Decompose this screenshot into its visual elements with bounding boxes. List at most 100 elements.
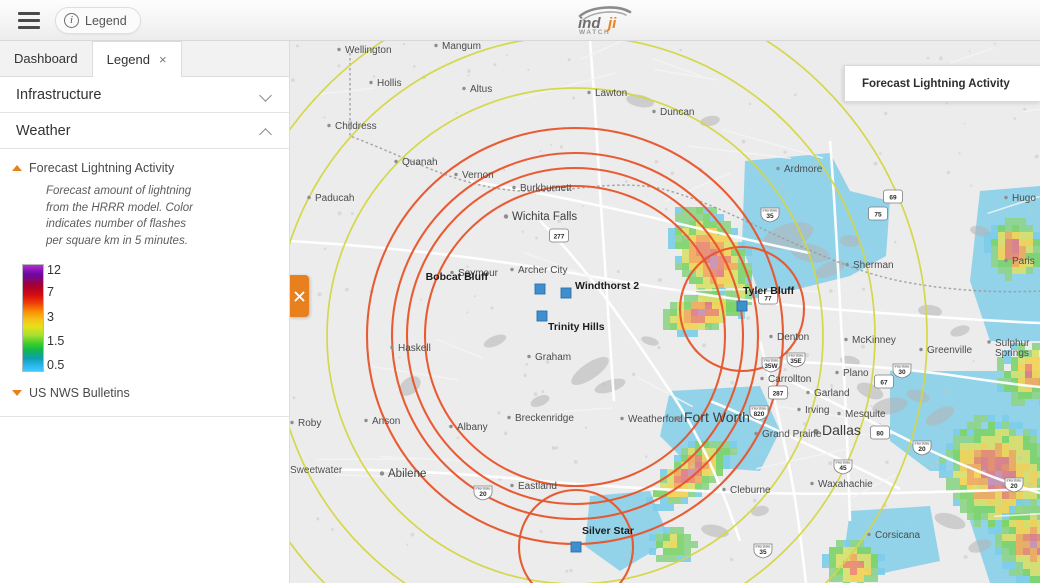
svg-text:20: 20 xyxy=(1010,483,1018,490)
city-label: Wichita Falls xyxy=(512,211,577,223)
city-label: Duncan xyxy=(660,107,694,118)
city-label: Plano xyxy=(843,368,869,379)
section-weather-label: Weather xyxy=(16,122,71,139)
color-scale-ticks: 12 7 3 1.5 0.5 xyxy=(47,264,91,372)
city-label: Waxahachie xyxy=(818,479,873,490)
site-label: Bobcat Bluff xyxy=(426,271,489,283)
highway-shield: Interstate35W xyxy=(761,357,781,373)
svg-text:35: 35 xyxy=(766,213,774,220)
city-label: Roby xyxy=(298,418,321,429)
tab-dashboard[interactable]: Dashboard xyxy=(0,41,92,76)
svg-text:Interstate: Interstate xyxy=(895,364,910,368)
color-scale-gradient xyxy=(22,263,44,372)
highway-shield: 75 xyxy=(868,206,888,221)
city-label: Wellington xyxy=(345,45,392,56)
highway-shield: 69 xyxy=(883,189,903,204)
highway-shield: 67 xyxy=(874,374,894,389)
close-icon[interactable]: × xyxy=(159,52,167,67)
city-label: Mangum xyxy=(442,41,481,52)
scale-tick: 0.5 xyxy=(47,357,65,372)
legend-sidebar: Dashboard Legend × Infrastructure Weathe… xyxy=(0,41,290,583)
triangle-up-icon xyxy=(12,165,22,171)
city-label: Grand Prairie xyxy=(762,429,822,440)
city-label: Dallas xyxy=(822,422,861,438)
city-label: Sherman xyxy=(853,260,894,271)
city-label: Quanah xyxy=(402,157,438,168)
scale-tick: 3 xyxy=(47,309,54,324)
city-label: Archer City xyxy=(518,265,567,276)
svg-text:287: 287 xyxy=(773,390,784,397)
sidebar-tabs: Dashboard Legend × xyxy=(0,41,289,77)
forecast-lightning-activity-panel[interactable]: Forecast Lightning Activity xyxy=(844,65,1040,102)
chevron-down-icon xyxy=(260,91,273,99)
svg-text:20: 20 xyxy=(918,446,926,453)
tab-legend-label: Legend xyxy=(106,51,150,67)
site-label: Tyler Bluff xyxy=(743,285,795,297)
hamburger-icon[interactable] xyxy=(18,12,40,29)
site-marker xyxy=(736,300,748,312)
layer-description: Forecast amount of lightning from the HR… xyxy=(46,185,193,248)
city-label: Greenville xyxy=(927,345,972,356)
site-marker xyxy=(570,541,582,553)
city-label: Corsicana xyxy=(875,530,920,541)
scale-tick: 7 xyxy=(47,284,54,299)
svg-text:Interstate: Interstate xyxy=(752,406,767,410)
forecast-lightning-activity-panel-title: Forecast Lightning Activity xyxy=(862,77,1010,90)
tab-dashboard-label: Dashboard xyxy=(14,50,78,66)
city-label: Springs xyxy=(995,348,1029,359)
legend-button[interactable]: i Legend xyxy=(55,7,141,34)
svg-text:35W: 35W xyxy=(764,363,778,370)
svg-text:Interstate: Interstate xyxy=(915,441,930,445)
panel-collapse-handle[interactable] xyxy=(290,275,309,317)
svg-text:30: 30 xyxy=(898,369,906,376)
layer-forecast-lightning-activity[interactable]: Forecast Lightning Activity xyxy=(0,149,289,175)
triangle-down-icon xyxy=(12,389,22,396)
city-label: Ardmore xyxy=(784,164,823,175)
svg-text:Interstate: Interstate xyxy=(789,353,804,357)
city-label: Anson xyxy=(372,416,400,427)
city-label: Hollis xyxy=(377,78,401,89)
svg-text:Interstate: Interstate xyxy=(1007,478,1022,482)
city-label: McKinney xyxy=(852,335,896,346)
city-label: Altus xyxy=(470,84,492,95)
site-label: Windthorst 2 xyxy=(575,280,639,292)
site-marker xyxy=(536,310,548,322)
city-label: Paris xyxy=(1012,256,1035,267)
app-root: i Legend ind ji WATCH Dashboard Legend × xyxy=(0,0,1040,583)
city-label: Weatherford xyxy=(628,414,683,425)
svg-text:69: 69 xyxy=(889,194,897,201)
section-infrastructure[interactable]: Infrastructure xyxy=(0,77,289,113)
svg-text:35: 35 xyxy=(759,549,767,556)
site-marker xyxy=(560,287,572,299)
svg-text:80: 80 xyxy=(876,430,884,437)
highway-shield: 287 xyxy=(768,385,788,400)
layer-us-nws-bulletins[interactable]: US NWS Bulletins xyxy=(0,372,289,400)
tab-legend[interactable]: Legend × xyxy=(91,41,182,77)
city-label: Eastland xyxy=(518,481,557,492)
city-label: Denton xyxy=(777,332,809,343)
info-icon: i xyxy=(64,13,79,28)
city-label: Paducah xyxy=(315,193,354,204)
city-label: Vernon xyxy=(462,170,494,181)
highway-shield: 80 xyxy=(870,425,890,440)
scale-tick: 12 xyxy=(47,262,61,277)
city-label: Irving xyxy=(805,405,829,416)
layer-us-nws-bulletins-label: US NWS Bulletins xyxy=(29,385,130,400)
city-label: Graham xyxy=(535,352,571,363)
city-label: Albany xyxy=(457,422,488,433)
svg-text:Interstate: Interstate xyxy=(764,358,779,362)
site-marker xyxy=(534,283,546,295)
city-label: Carrollton xyxy=(768,374,811,385)
map-canvas[interactable]: 277 69 75 Interstate 35 Interstate 35W Intersta… xyxy=(290,41,1040,583)
city-label: Garland xyxy=(814,388,850,399)
highway-shield: 277 xyxy=(549,228,569,243)
svg-text:820: 820 xyxy=(754,411,765,418)
svg-text:75: 75 xyxy=(874,211,882,218)
city-label: Cleburne xyxy=(730,485,771,496)
section-weather[interactable]: Weather xyxy=(0,113,289,149)
svg-text:Interstate: Interstate xyxy=(476,486,491,490)
sidebar-divider xyxy=(0,415,289,417)
section-infrastructure-label: Infrastructure xyxy=(16,86,102,103)
svg-text:Interstate: Interstate xyxy=(756,544,771,548)
color-scale: 12 7 3 1.5 0.5 xyxy=(22,264,289,372)
